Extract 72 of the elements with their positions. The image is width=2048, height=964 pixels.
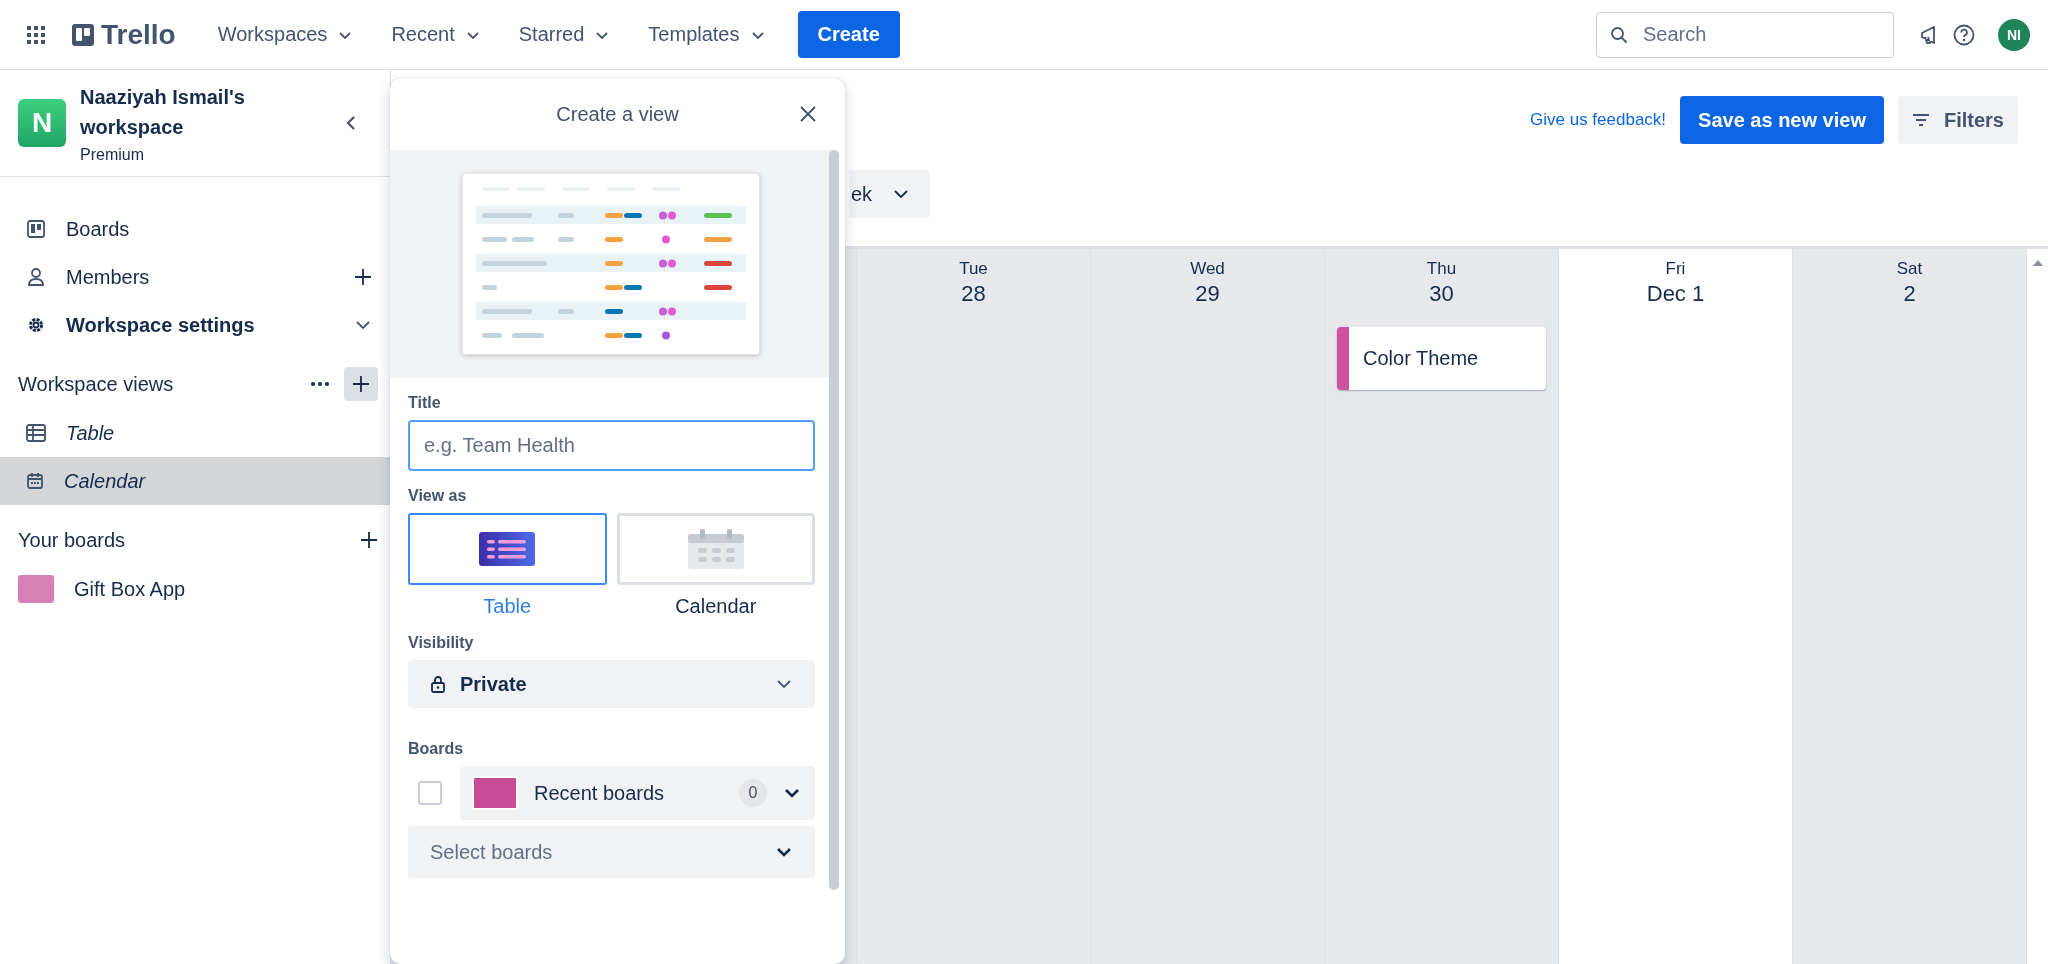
title-input-field[interactable]: e.g. Team Health bbox=[408, 420, 815, 471]
add-view-button[interactable] bbox=[344, 367, 378, 401]
day-weekday: Thu bbox=[1426, 259, 1457, 279]
field-label: Title bbox=[408, 394, 442, 412]
plus-icon[interactable] bbox=[360, 531, 378, 549]
view-item[interactable]: Table bbox=[0, 409, 390, 457]
section-heading: Workspace views bbox=[18, 372, 175, 396]
day-date: 30 bbox=[1429, 281, 1454, 307]
plus-icon bbox=[352, 375, 370, 393]
day-date: Dec 1 bbox=[1646, 281, 1705, 307]
settings-icon bbox=[26, 315, 46, 335]
lock-icon bbox=[430, 675, 446, 693]
count-badge: 0 bbox=[739, 779, 767, 807]
visibility-select[interactable]: Private bbox=[408, 660, 815, 708]
nav-menu-button[interactable]: Templates bbox=[634, 15, 780, 54]
group-label: Recent boards bbox=[534, 781, 666, 805]
create-button[interactable]: Create bbox=[797, 11, 900, 58]
scrollbar[interactable] bbox=[829, 150, 839, 890]
user-avatar[interactable]: NI bbox=[1998, 18, 2030, 51]
field-label: View as bbox=[408, 487, 468, 505]
view-type-option[interactable] bbox=[408, 513, 607, 585]
plus-icon[interactable] bbox=[354, 268, 372, 286]
sidebar-link[interactable]: Boards bbox=[66, 217, 372, 241]
search-icon bbox=[1610, 25, 1628, 44]
day-weekday: Sat bbox=[1896, 259, 1923, 279]
calendar-card[interactable]: Color Theme bbox=[1337, 327, 1546, 390]
dialog-title: Create a view bbox=[556, 102, 679, 126]
save-view-button[interactable]: Save as new view bbox=[1680, 96, 1884, 144]
person-icon bbox=[26, 267, 46, 287]
nav-menu-button[interactable]: Recent bbox=[377, 15, 495, 54]
view-item[interactable]: Calendar bbox=[0, 457, 390, 505]
workspace-plan: Premium bbox=[80, 146, 145, 164]
field-label: Boards bbox=[408, 740, 465, 758]
more-icon[interactable] bbox=[310, 381, 330, 387]
collapse-icon[interactable] bbox=[344, 114, 358, 132]
section-heading: Your boards bbox=[18, 528, 127, 552]
nav-menu-button[interactable]: Starred bbox=[504, 15, 625, 54]
logo-text[interactable]: Trello bbox=[101, 18, 176, 51]
feedback-link[interactable]: Give us feedback! bbox=[1530, 110, 1667, 130]
list-icon bbox=[479, 532, 536, 566]
workspace-name: Naaziyah Ismail's workspace bbox=[80, 85, 246, 140]
day-weekday: Fri bbox=[1665, 259, 1686, 279]
card-title: Color Theme bbox=[1363, 347, 1479, 370]
filters-button[interactable]: Filters bbox=[1897, 96, 2018, 144]
day-weekday: Tue bbox=[959, 259, 988, 279]
filter-icon bbox=[1911, 113, 1930, 127]
logo-icon bbox=[71, 22, 95, 47]
view-type-label: Table bbox=[483, 595, 532, 618]
day-date: 29 bbox=[1195, 281, 1220, 307]
search-field[interactable]: Search bbox=[1596, 11, 1894, 58]
checkbox[interactable] bbox=[418, 781, 442, 805]
sidebar-link[interactable]: Members bbox=[66, 265, 334, 289]
field-label: Visibility bbox=[408, 634, 475, 652]
calendar-icon bbox=[26, 472, 44, 490]
board-icon bbox=[26, 219, 46, 239]
range-dropdown[interactable]: ek bbox=[849, 170, 931, 218]
board-link[interactable]: Gift Box App bbox=[74, 577, 372, 601]
table-icon bbox=[26, 424, 46, 442]
view-type-label: Calendar bbox=[675, 595, 757, 618]
close-icon[interactable] bbox=[799, 105, 817, 123]
day-date: 28 bbox=[961, 281, 986, 307]
nav-menu-button[interactable]: Workspaces bbox=[203, 15, 368, 54]
recent-boards-group[interactable]: Recent boards 0 bbox=[460, 766, 815, 820]
sidebar-link[interactable]: Workspace settings bbox=[66, 313, 334, 337]
workspace-avatar: N bbox=[18, 99, 66, 147]
day-date: 2 bbox=[1903, 281, 1916, 307]
boards-select[interactable]: Select boards bbox=[408, 826, 815, 878]
help-icon[interactable] bbox=[1952, 22, 1976, 47]
app-grid-icon[interactable] bbox=[25, 23, 47, 46]
scroll-up-icon[interactable] bbox=[2031, 259, 2044, 267]
calendar-icon bbox=[687, 529, 744, 569]
day-weekday: Wed bbox=[1190, 259, 1225, 279]
